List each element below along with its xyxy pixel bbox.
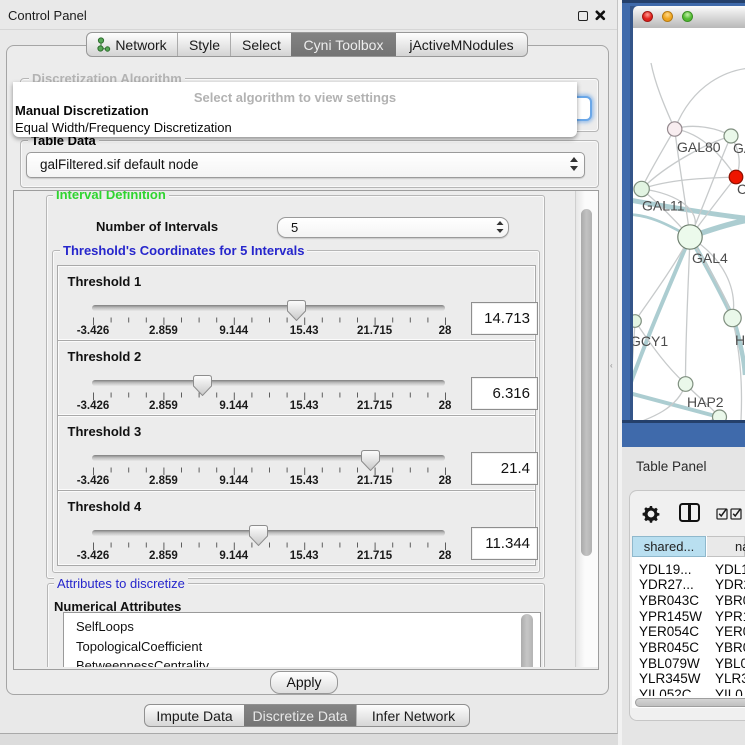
svg-text:H: H <box>735 332 745 348</box>
svg-text:C: C <box>737 181 745 197</box>
svg-text:GAL4: GAL4 <box>692 250 728 266</box>
svg-text:GCY1: GCY1 <box>633 333 668 349</box>
svg-text:GAL11: GAL11 <box>642 198 685 214</box>
svg-text:GAL80: GAL80 <box>677 139 721 155</box>
svg-text:GA: GA <box>733 140 745 156</box>
svg-text:HAP2: HAP2 <box>687 394 724 410</box>
